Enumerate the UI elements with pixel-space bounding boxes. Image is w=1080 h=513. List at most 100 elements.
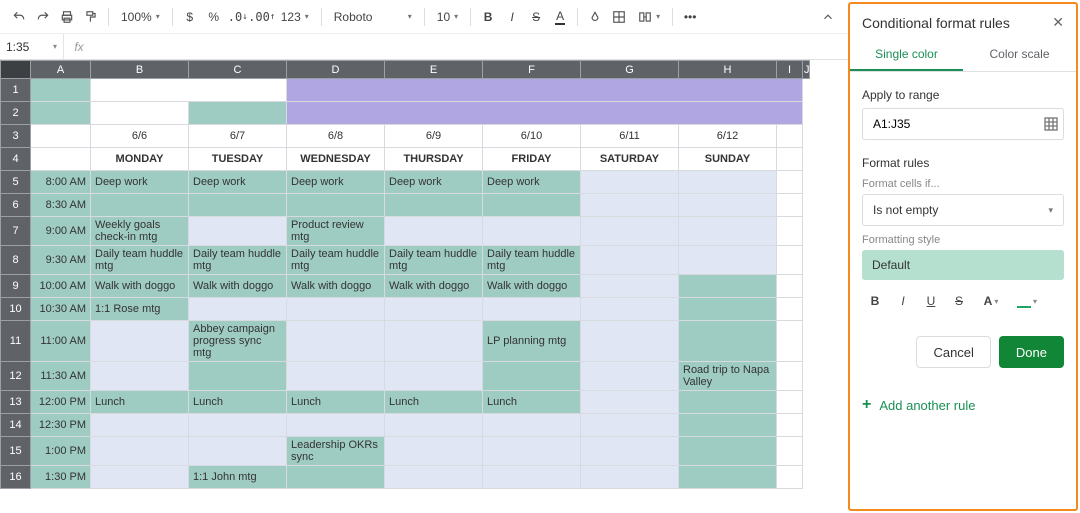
schedule-cell[interactable]: Walk with doggo [287, 275, 385, 298]
undo-button[interactable] [8, 6, 30, 28]
col-header[interactable]: C [189, 61, 287, 79]
row-header[interactable]: 2 [1, 102, 31, 125]
name-box[interactable]: 1:35 ▾ [0, 34, 64, 59]
time-cell[interactable]: 1:00 PM [31, 437, 91, 466]
schedule-cell[interactable]: Walk with doggo [385, 275, 483, 298]
col-header[interactable]: D [287, 61, 385, 79]
text-color-button[interactable]: A [549, 6, 571, 28]
schedule-cell[interactable]: Deep work [483, 171, 581, 194]
row-header[interactable]: 4 [1, 148, 31, 171]
week-of-label[interactable]: Week of: June 6 [91, 102, 189, 125]
more-toolbar-button[interactable]: ••• [679, 6, 701, 28]
cell[interactable] [287, 102, 803, 125]
schedule-cell[interactable] [189, 414, 287, 437]
schedule-cell[interactable]: Lunch [91, 391, 189, 414]
schedule-cell[interactable]: Daily team huddle mtg [385, 246, 483, 275]
schedule-cell[interactable] [679, 391, 777, 414]
schedule-cell[interactable] [581, 194, 679, 217]
schedule-cell[interactable] [679, 217, 777, 246]
cell[interactable] [31, 102, 91, 125]
schedule-cell[interactable]: Deep work [91, 171, 189, 194]
col-header[interactable]: B [91, 61, 189, 79]
add-another-rule-button[interactable]: + Add another rule [862, 396, 1064, 414]
cell[interactable] [287, 79, 803, 102]
row-header[interactable]: 11 [1, 321, 31, 362]
schedule-cell[interactable] [189, 437, 287, 466]
schedule-cell[interactable] [483, 466, 581, 489]
cell[interactable] [31, 125, 91, 148]
schedule-cell[interactable] [679, 437, 777, 466]
condition-dropdown[interactable]: Is not empty ▾ [862, 194, 1064, 226]
schedule-cell[interactable] [679, 414, 777, 437]
schedule-cell[interactable]: Daily team huddle mtg [483, 246, 581, 275]
col-header[interactable]: A [31, 61, 91, 79]
text-color-style-dropdown[interactable]: A [974, 288, 1008, 314]
percent-button[interactable]: % [203, 6, 225, 28]
col-header[interactable]: J [803, 61, 810, 79]
schedule-cell[interactable] [581, 466, 679, 489]
schedule-cell[interactable] [287, 362, 385, 391]
time-cell[interactable]: 8:00 AM [31, 171, 91, 194]
schedule-cell[interactable] [91, 437, 189, 466]
cell[interactable] [777, 437, 803, 466]
schedule-cell[interactable]: 1:1 John mtg [189, 466, 287, 489]
schedule-cell[interactable] [91, 362, 189, 391]
done-button[interactable]: Done [999, 336, 1064, 368]
zoom-dropdown[interactable]: 100%▾ [115, 6, 166, 28]
col-header[interactable]: H [679, 61, 777, 79]
schedule-cell[interactable]: Road trip to Napa Valley [679, 362, 777, 391]
schedule-cell[interactable] [581, 246, 679, 275]
schedule-cell[interactable] [91, 466, 189, 489]
schedule-cell[interactable]: Walk with doggo [91, 275, 189, 298]
date-header[interactable]: 6/11 [581, 125, 679, 148]
schedule-cell[interactable]: Lunch [189, 391, 287, 414]
schedule-cell[interactable] [287, 194, 385, 217]
schedule-cell[interactable] [287, 321, 385, 362]
schedule-cell[interactable] [385, 362, 483, 391]
italic-button[interactable]: I [501, 6, 523, 28]
schedule-cell[interactable] [385, 298, 483, 321]
schedule-cell[interactable] [91, 194, 189, 217]
time-cell[interactable]: 8:30 AM [31, 194, 91, 217]
schedule-cell[interactable] [679, 321, 777, 362]
schedule-cell[interactable]: Leadership OKRs sync [287, 437, 385, 466]
cell[interactable] [777, 171, 803, 194]
formula-input[interactable] [94, 34, 848, 59]
tab-single-color[interactable]: Single color [850, 39, 963, 71]
merge-cells-button[interactable]: ▾ [632, 6, 666, 28]
time-cell[interactable]: 12:30 PM [31, 414, 91, 437]
row-header[interactable]: 16 [1, 466, 31, 489]
schedule-cell[interactable] [679, 194, 777, 217]
more-formats-dropdown[interactable]: 123▾ [275, 6, 315, 28]
schedule-cell[interactable] [483, 217, 581, 246]
schedule-cell[interactable]: Walk with doggo [189, 275, 287, 298]
time-cell[interactable]: 10:00 AM [31, 275, 91, 298]
schedule-cell[interactable] [385, 466, 483, 489]
cell[interactable] [777, 298, 803, 321]
col-header[interactable]: F [483, 61, 581, 79]
schedule-cell[interactable] [189, 298, 287, 321]
schedule-cell[interactable]: Deep work [189, 171, 287, 194]
time-cell[interactable]: 12:00 PM [31, 391, 91, 414]
row-header[interactable]: 10 [1, 298, 31, 321]
row-header[interactable]: 6 [1, 194, 31, 217]
cell[interactable] [31, 79, 91, 102]
print-button[interactable] [56, 6, 78, 28]
schedule-cell[interactable]: Daily team huddle mtg [91, 246, 189, 275]
strike-style-button[interactable]: S [946, 288, 972, 314]
schedule-cell[interactable] [679, 246, 777, 275]
paint-format-button[interactable] [80, 6, 102, 28]
schedule-cell[interactable]: Walk with doggo [483, 275, 581, 298]
col-header[interactable]: G [581, 61, 679, 79]
bold-style-button[interactable]: B [862, 288, 888, 314]
schedule-cell[interactable] [287, 414, 385, 437]
schedule-cell[interactable] [91, 414, 189, 437]
fill-color-style-dropdown[interactable] [1010, 288, 1044, 314]
schedule-cell[interactable] [483, 194, 581, 217]
schedule-cell[interactable] [385, 321, 483, 362]
schedule-cell[interactable] [385, 437, 483, 466]
row-header[interactable]: 8 [1, 246, 31, 275]
schedule-cell[interactable] [679, 171, 777, 194]
schedule-cell[interactable] [679, 298, 777, 321]
schedule-cell[interactable] [385, 217, 483, 246]
